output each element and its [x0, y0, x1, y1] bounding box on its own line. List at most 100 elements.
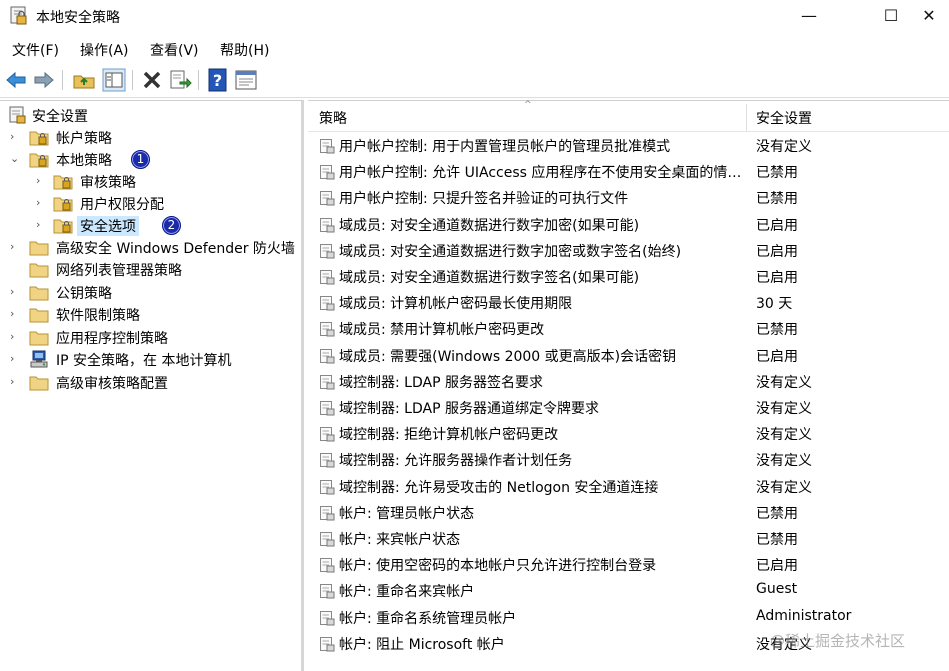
delete-icon[interactable]: [140, 68, 164, 92]
policy-item-icon: [320, 374, 335, 390]
column-header-policy[interactable]: 策略: [319, 108, 347, 128]
policy-name: 帐户: 重命名系统管理员帐户: [339, 610, 517, 627]
policy-item-icon: [320, 427, 335, 442]
policy-setting: 已启用: [756, 348, 798, 365]
chevron-right-icon[interactable]: ›: [36, 174, 48, 188]
toolbar-separator: [62, 70, 63, 90]
window-title: 本地安全策略: [36, 10, 120, 26]
table-row[interactable]: 域成员: 对安全通道数据进行数字签名(如果可能) 已启用: [308, 264, 949, 290]
help-icon[interactable]: ?: [206, 68, 230, 92]
policy-name: 用户帐户控制: 用于内置管理员帐户的管理员批准模式: [339, 139, 671, 155]
folder-icon: [29, 376, 49, 391]
policy-name: 域控制器: LDAP 服务器通道绑定令牌要求: [339, 401, 599, 417]
back-icon[interactable]: [4, 68, 28, 92]
menu-file[interactable]: 文件(F): [12, 40, 59, 60]
table-row[interactable]: 域成员: 对安全通道数据进行数字加密或数字签名(始终) 已启用: [308, 238, 949, 264]
menu-help[interactable]: 帮助(H): [220, 40, 269, 60]
folder-icon: [29, 241, 49, 256]
policy-item-icon: [320, 296, 335, 311]
title-bar: 本地安全策略 — ☐ ✕: [0, 0, 949, 34]
minimize-button[interactable]: —: [786, 0, 832, 32]
table-row[interactable]: 帐户: 管理员帐户状态 已禁用: [308, 500, 949, 526]
tree-pane: 安全设置 › 帐户策略 ⌄ 本地策略 1 › 审核策略 › 用户权限分配 › 安…: [0, 100, 304, 671]
policy-setting: 没有定义: [756, 401, 812, 417]
close-button[interactable]: ✕: [906, 0, 949, 32]
tree-item-security-options[interactable]: › 安全选项 2: [0, 215, 300, 237]
table-row[interactable]: 域成员: 计算机帐户密码最长使用期限 30 天: [308, 290, 949, 316]
tree-item-defender-firewall[interactable]: › 高级安全 Windows Defender 防火墙: [0, 237, 300, 259]
tree-item-user-rights[interactable]: › 用户权限分配: [0, 193, 300, 215]
table-row[interactable]: 帐户: 来宾帐户状态 已禁用: [308, 526, 949, 552]
policy-name: 域成员: 计算机帐户密码最长使用期限: [339, 296, 573, 313]
table-row[interactable]: 帐户: 重命名系统管理员帐户 Administrator: [308, 605, 949, 631]
policy-item-icon: [320, 243, 335, 259]
toolbar-separator: [132, 70, 133, 90]
tree-item-audit-policy[interactable]: › 审核策略: [0, 171, 300, 193]
toolbar: ?: [0, 62, 949, 98]
policy-item-icon: [320, 139, 335, 154]
policy-item-icon: [320, 584, 335, 599]
policy-setting: 没有定义: [756, 479, 812, 496]
policy-item-icon: [320, 270, 335, 285]
menu-view[interactable]: 查看(V): [150, 40, 199, 60]
table-row[interactable]: 域控制器: 拒绝计算机帐户密码更改 没有定义: [308, 421, 949, 447]
table-row[interactable]: 用户帐户控制: 用于内置管理员帐户的管理员批准模式 没有定义: [308, 133, 949, 159]
table-row[interactable]: 用户帐户控制: 允许 UIAccess 应用程序在不使用安全桌面的情况下提升权限…: [308, 159, 949, 185]
table-row[interactable]: 帐户: 使用空密码的本地帐户只允许进行控制台登录 已启用: [308, 552, 949, 578]
table-row[interactable]: 域成员: 需要强(Windows 2000 或更高版本)会话密钥 已启用: [308, 343, 949, 369]
table-row[interactable]: 域控制器: LDAP 服务器签名要求 没有定义: [308, 369, 949, 395]
table-row[interactable]: 域控制器: 允许服务器操作者计划任务 没有定义: [308, 447, 949, 473]
tree-item-app-control[interactable]: › 应用程序控制策略: [0, 327, 300, 349]
up-folder-icon[interactable]: [72, 68, 96, 92]
tree-root-security-settings[interactable]: 安全设置: [0, 105, 300, 127]
locked-folder-icon: [29, 131, 49, 146]
menu-bar: 文件(F) 操作(A) 查看(V) 帮助(H): [0, 36, 949, 62]
forward-icon[interactable]: [32, 68, 56, 92]
table-row[interactable]: 用户帐户控制: 只提升签名并验证的可执行文件 已禁用: [308, 185, 949, 211]
policy-setting: 已禁用: [756, 322, 798, 339]
locked-folder-icon: [29, 153, 49, 168]
chevron-right-icon[interactable]: ›: [36, 218, 48, 232]
chevron-right-icon[interactable]: ›: [10, 240, 22, 254]
show-tree-icon[interactable]: [102, 68, 126, 92]
tree-item-account-policy[interactable]: › 帐户策略: [0, 127, 300, 149]
tree-item-public-key[interactable]: › 公钥策略: [0, 282, 300, 304]
chevron-right-icon[interactable]: ›: [10, 130, 22, 144]
chevron-right-icon[interactable]: ›: [10, 375, 22, 389]
tree-item-network-list[interactable]: 网络列表管理器策略: [0, 259, 300, 281]
menu-action[interactable]: 操作(A): [80, 40, 129, 60]
tree-item-software-restriction[interactable]: › 软件限制策略: [0, 304, 300, 326]
column-header-setting[interactable]: 安全设置: [756, 108, 812, 128]
tree-item-ip-security[interactable]: › IP 安全策略，在 本地计算机: [0, 349, 300, 371]
table-row[interactable]: 帐户: 重命名来宾帐户 Guest: [308, 578, 949, 604]
policy-name: 域控制器: LDAP 服务器签名要求: [339, 374, 543, 391]
chevron-down-icon[interactable]: ⌄: [10, 152, 22, 166]
chevron-right-icon[interactable]: ›: [10, 307, 22, 321]
policy-name: 域控制器: 允许服务器操作者计划任务: [339, 453, 573, 470]
chevron-right-icon[interactable]: ›: [10, 285, 22, 299]
table-row[interactable]: 域成员: 对安全通道数据进行数字加密(如果可能) 已启用: [308, 212, 949, 238]
svg-text:?: ?: [213, 71, 222, 90]
chevron-right-icon[interactable]: ›: [10, 330, 22, 344]
column-divider[interactable]: [746, 104, 747, 132]
chevron-right-icon[interactable]: ›: [10, 352, 22, 366]
export-icon[interactable]: [168, 68, 192, 92]
tree-item-advanced-audit[interactable]: › 高级审核策略配置: [0, 372, 300, 394]
security-settings-icon: [9, 106, 26, 124]
chevron-right-icon[interactable]: ›: [36, 196, 48, 210]
table-row[interactable]: 域成员: 禁用计算机帐户密码更改 已禁用: [308, 316, 949, 342]
policy-name: 帐户: 使用空密码的本地帐户只允许进行控制台登录: [339, 558, 657, 575]
table-row[interactable]: 域控制器: 允许易受攻击的 Netlogon 安全通道连接 没有定义: [308, 474, 949, 500]
policy-name: 域成员: 需要强(Windows 2000 或更高版本)会话密钥: [339, 348, 677, 365]
policy-item-icon: [320, 322, 335, 337]
folder-icon: [29, 331, 49, 346]
policy-name: 域成员: 禁用计算机帐户密码更改: [339, 322, 545, 339]
properties-icon[interactable]: [234, 68, 258, 92]
policy-item-icon: [320, 532, 335, 547]
computer-network-icon: [30, 350, 48, 368]
tree-item-local-policy[interactable]: ⌄ 本地策略 1: [0, 149, 300, 171]
table-row[interactable]: 域控制器: LDAP 服务器通道绑定令牌要求 没有定义: [308, 395, 949, 421]
policy-setting: 没有定义: [756, 453, 812, 470]
policy-name: 帐户: 管理员帐户状态: [339, 505, 475, 522]
policy-item-icon: [320, 610, 335, 626]
